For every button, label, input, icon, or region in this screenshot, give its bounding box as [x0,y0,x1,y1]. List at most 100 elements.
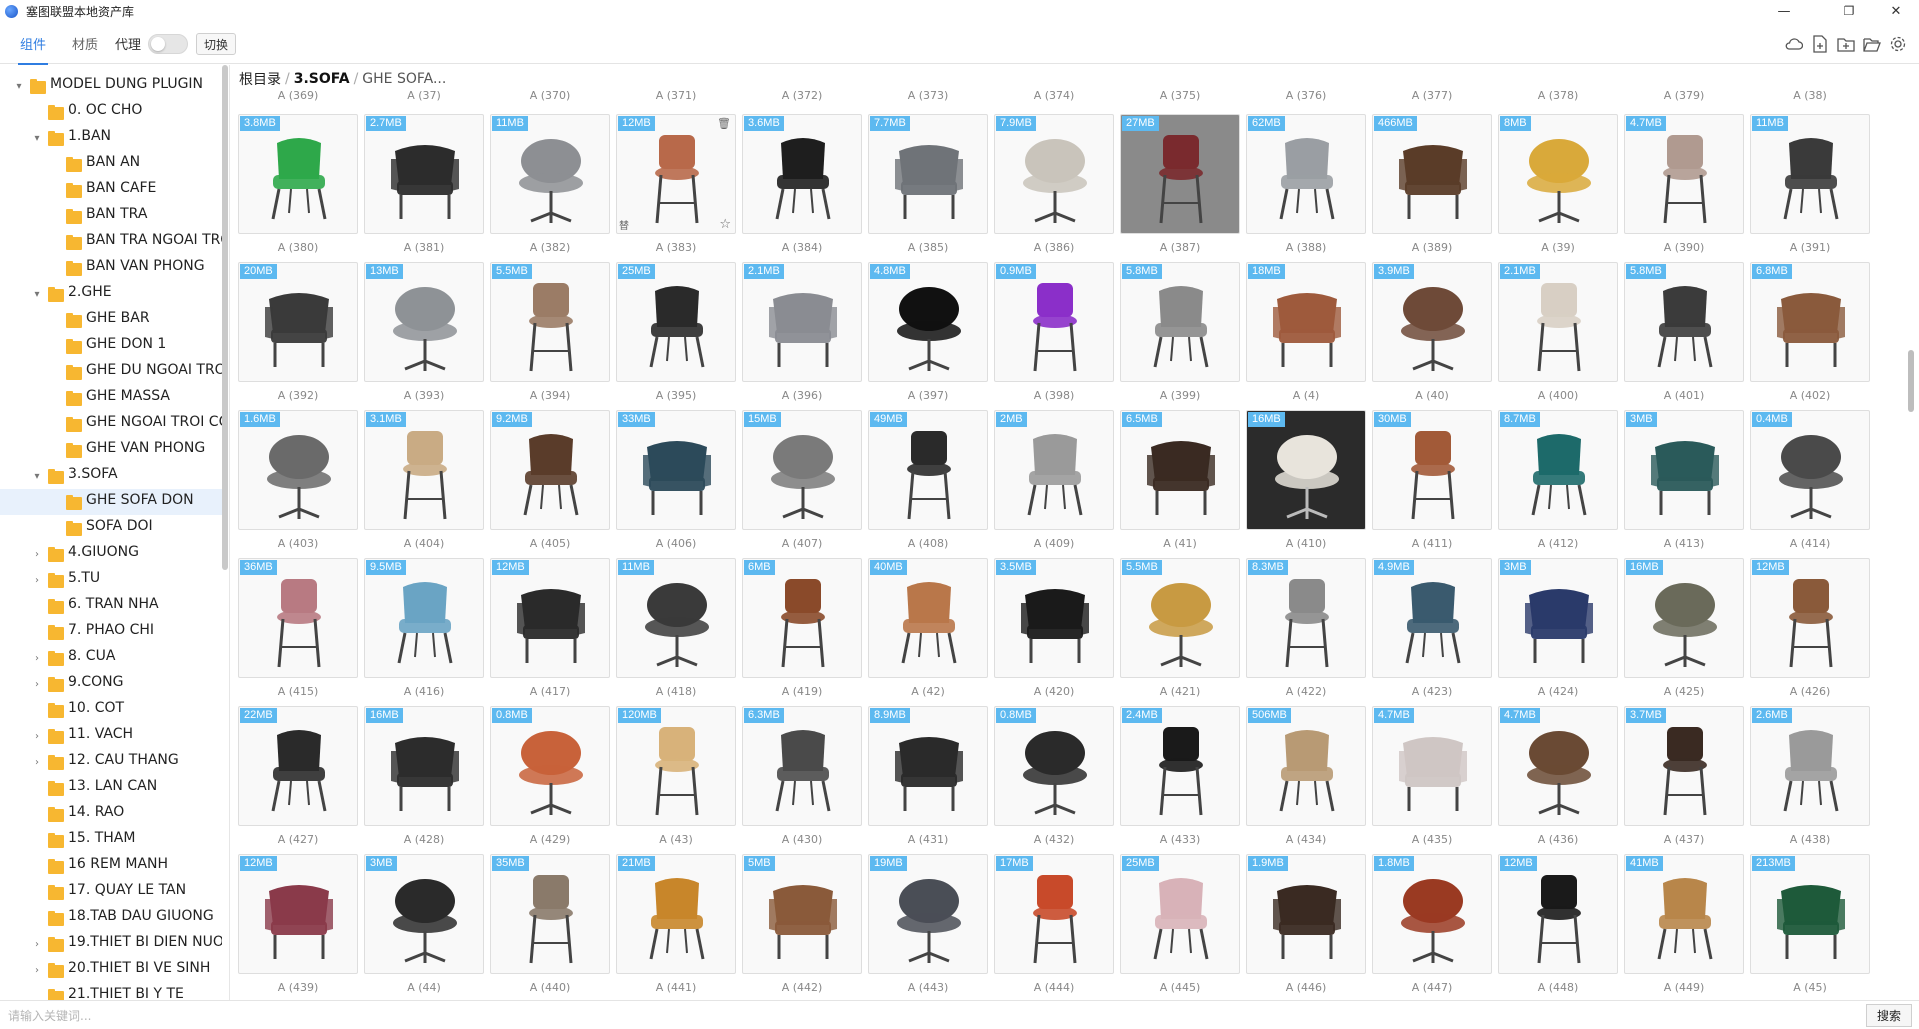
replace-label[interactable]: 替 [619,217,629,232]
sidebar-item[interactable]: 21.THIET BI Y TE [0,983,222,1000]
tab-proxy[interactable]: 代理 [115,22,141,64]
asset-thumbnail[interactable]: 3.1MB [364,410,484,530]
sidebar-item[interactable]: 7. PHAO CHI [0,619,222,645]
asset-thumbnail[interactable]: 2.7MB [364,114,484,234]
asset-thumbnail[interactable]: 3MB [364,854,484,974]
sidebar-item[interactable]: › 11. VACH [0,723,222,749]
asset-thumbnail[interactable]: 19MB [868,854,988,974]
maximize-button[interactable]: ❐ [1826,0,1872,22]
sidebar-item[interactable]: GHE NGOAI TROI CO [0,411,222,437]
close-button[interactable]: ✕ [1873,0,1919,22]
search-button[interactable]: 搜索 [1866,1004,1912,1027]
asset-thumbnail[interactable]: 3.5MB [994,558,1114,678]
proxy-toggle[interactable] [148,34,188,54]
asset-thumbnail[interactable]: 11MB [1750,114,1870,234]
asset-thumbnail[interactable]: 49MB [868,410,988,530]
asset-thumbnail[interactable]: 8.3MB [1246,558,1366,678]
sidebar-item[interactable]: GHE SOFA DON [0,489,222,515]
asset-thumbnail[interactable]: 4.7MB [1498,706,1618,826]
asset-thumbnail[interactable]: 15MB [742,410,862,530]
asset-thumbnail[interactable]: 18MB [1246,262,1366,382]
chevron-down-icon[interactable]: ▾ [31,470,43,482]
asset-thumbnail[interactable]: 33MB [616,410,736,530]
sidebar-item[interactable]: 13. LAN CAN [0,775,222,801]
asset-thumbnail[interactable]: 41MB [1624,854,1744,974]
settings-icon[interactable] [1889,35,1907,53]
sidebar-item[interactable]: BAN CAFE [0,177,222,203]
asset-thumbnail[interactable]: 3MB [1624,410,1744,530]
asset-thumbnail[interactable]: 4.7MB [1624,114,1744,234]
new-folder-icon[interactable] [1837,35,1855,53]
open-folder-icon[interactable] [1863,35,1881,53]
asset-thumbnail[interactable]: 21MB [616,854,736,974]
asset-thumbnail[interactable]: 22MB [238,706,358,826]
sidebar-item[interactable]: 10. COT [0,697,222,723]
asset-thumbnail[interactable]: 30MB [1372,410,1492,530]
sidebar-item[interactable]: GHE BAR [0,307,222,333]
asset-thumbnail[interactable]: 12MB [490,558,610,678]
sidebar-item[interactable]: BAN TRA [0,203,222,229]
chevron-down-icon[interactable]: ▾ [31,132,43,144]
asset-thumbnail[interactable]: 3.7MB [1624,706,1744,826]
sidebar-item[interactable]: 15. THAM [0,827,222,853]
asset-thumbnail[interactable]: 506MB [1246,706,1366,826]
asset-thumbnail[interactable]: 2.1MB [1498,262,1618,382]
asset-thumbnail[interactable]: 5.8MB [1624,262,1744,382]
asset-thumbnail[interactable]: 4.7MB [1372,706,1492,826]
asset-thumbnail[interactable]: 4.8MB [868,262,988,382]
sidebar-item[interactable]: BAN VAN PHONG [0,255,222,281]
chevron-right-icon[interactable]: › [31,964,43,976]
breadcrumb-root[interactable]: 根目录 [239,69,281,89]
asset-thumbnail[interactable]: 11MB [490,114,610,234]
asset-thumbnail[interactable]: 6MB [742,558,862,678]
switch-button[interactable]: 切换 [196,33,236,55]
chevron-right-icon[interactable]: › [31,730,43,742]
chevron-right-icon[interactable]: › [31,548,43,560]
asset-thumbnail[interactable]: 1.8MB [1372,854,1492,974]
sidebar-item[interactable]: BAN AN [0,151,222,177]
minimize-button[interactable]: — [1761,0,1807,22]
sidebar-item[interactable]: 0. OC CHO [0,99,222,125]
grid-scrollbar[interactable] [1908,350,1914,412]
sidebar-item[interactable]: GHE VAN PHONG [0,437,222,463]
asset-thumbnail[interactable]: 40MB [868,558,988,678]
sidebar-item[interactable]: › 20.THIET BI VE SINH [0,957,222,983]
asset-thumbnail[interactable]: 213MB [1750,854,1870,974]
trash-icon[interactable]: 🗑 [717,117,731,130]
asset-thumbnail[interactable]: 3.8MB [238,114,358,234]
asset-thumbnail[interactable]: 8.7MB [1498,410,1618,530]
tab-materials[interactable]: 材质 [72,22,98,64]
sidebar-item[interactable]: GHE DON 1 [0,333,222,359]
asset-thumbnail[interactable]: 7.7MB [868,114,988,234]
sidebar-item[interactable]: GHE DU NGOAI TRO [0,359,222,385]
asset-thumbnail[interactable]: 1.9MB [1246,854,1366,974]
asset-thumbnail[interactable]: 3.6MB [742,114,862,234]
sidebar-item[interactable]: GHE MASSA [0,385,222,411]
sidebar-item[interactable]: › 9.CONG [0,671,222,697]
asset-thumbnail[interactable]: 5MB [742,854,862,974]
asset-thumbnail[interactable]: 12MB [1498,854,1618,974]
sidebar-item[interactable]: › 8. CUA [0,645,222,671]
chevron-right-icon[interactable]: › [31,678,43,690]
sidebar-item[interactable]: SOFA DOI [0,515,222,541]
sidebar-scrollbar[interactable] [222,65,228,570]
sidebar-item[interactable]: 17. QUAY LE TAN [0,879,222,905]
asset-thumbnail[interactable]: 36MB [238,558,358,678]
sidebar-item[interactable]: ▾ 2.GHE [0,281,222,307]
asset-thumbnail[interactable]: 12MB [1750,558,1870,678]
asset-thumbnail[interactable]: 2MB [994,410,1114,530]
asset-thumbnail[interactable]: 0.9MB [994,262,1114,382]
sidebar-item[interactable]: › 12. CAU THANG [0,749,222,775]
asset-thumbnail[interactable]: 17MB [994,854,1114,974]
asset-thumbnail[interactable]: 466MB [1372,114,1492,234]
sidebar-item[interactable]: 14. RAO [0,801,222,827]
asset-thumbnail[interactable]: 2.6MB [1750,706,1870,826]
chevron-right-icon[interactable]: › [31,652,43,664]
sidebar-item[interactable]: 6. TRAN NHA [0,593,222,619]
asset-thumbnail[interactable]: 11MB [616,558,736,678]
sidebar-item[interactable]: › 19.THIET BI DIEN NUO( [0,931,222,957]
asset-thumbnail[interactable]: 9.2MB [490,410,610,530]
asset-thumbnail[interactable]: 8.9MB [868,706,988,826]
asset-thumbnail[interactable]: 0.8MB [490,706,610,826]
asset-thumbnail[interactable]: 5.5MB [490,262,610,382]
